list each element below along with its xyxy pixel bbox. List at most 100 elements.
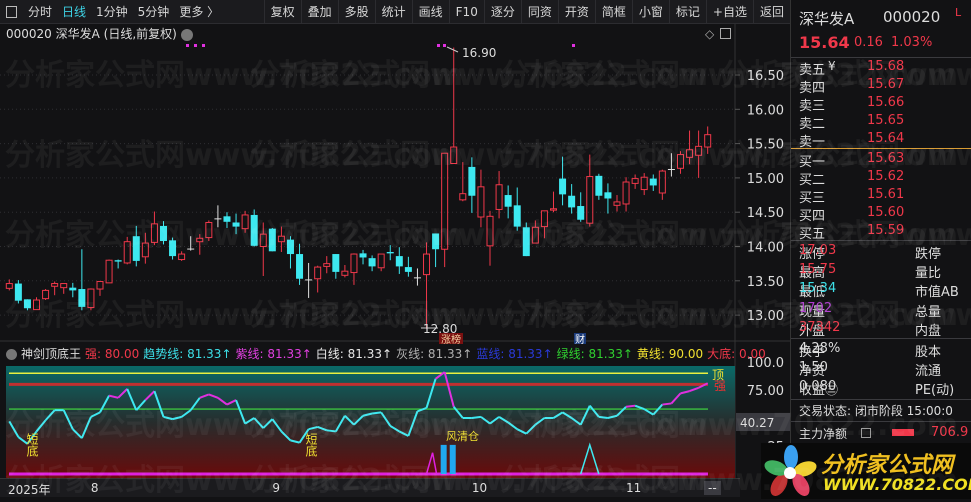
candle (504, 185, 512, 219)
stat-value: 37342 (799, 319, 841, 335)
indicator-value: 蓝线: 81.33↑ (476, 347, 553, 361)
candle-body (704, 134, 712, 148)
candle (658, 169, 666, 200)
candle-body (350, 253, 358, 274)
candle-body (450, 146, 458, 164)
candle (649, 174, 657, 191)
price-tick-label: 13.50 (747, 275, 784, 290)
date-label: 10 (471, 481, 488, 495)
candle (522, 222, 530, 257)
candle-body (33, 299, 41, 311)
risk-signal-label: 风清仓 (446, 429, 479, 443)
candle (450, 47, 458, 164)
stock-name: 深华发A (799, 10, 855, 28)
divider (791, 338, 971, 339)
stat-label: PE(动) (915, 383, 955, 399)
candle-body (196, 237, 204, 243)
candle-body (150, 223, 158, 243)
indicator-value: 灰线: 81.33↑ (396, 347, 473, 361)
candle (368, 255, 376, 272)
indicator-dropdown-icon[interactable] (6, 349, 17, 360)
candle-body (486, 215, 494, 247)
indicator-value: 黄线: 90.00 (636, 347, 704, 361)
candle (250, 209, 258, 247)
candle-body (676, 154, 684, 169)
candle (377, 253, 385, 272)
candle-body (305, 279, 313, 281)
date-label: 8 (90, 481, 99, 495)
price-tick-label: 15.50 (747, 138, 784, 153)
candle (631, 174, 639, 189)
candle-body (622, 181, 630, 205)
candle-body (187, 248, 195, 250)
candle (105, 259, 113, 284)
candle-body (250, 214, 258, 246)
indicator-name[interactable]: 神剑顶底王 (21, 347, 81, 361)
candle (577, 192, 585, 222)
candle (214, 205, 222, 228)
signal-dot (202, 44, 205, 47)
candle-body (332, 254, 340, 272)
divider (791, 148, 971, 149)
price-tick-label: 16.50 (747, 69, 784, 84)
stat-label: 内盘 (915, 323, 942, 339)
candle-body (513, 205, 521, 227)
candle (277, 226, 285, 252)
candle-body (640, 176, 648, 191)
ask-price: 15.66 (867, 95, 905, 110)
date-label: 2025年 (8, 483, 51, 497)
candle-body (5, 283, 13, 289)
candle (341, 265, 349, 278)
high-price-label: 16.90 (462, 46, 496, 60)
candle (232, 213, 240, 235)
stat-value: 1.50 (799, 360, 828, 376)
candle-body (395, 256, 403, 267)
candle (114, 259, 122, 269)
candle-body (441, 152, 449, 250)
flower-logo-icon (764, 445, 817, 496)
axis-end-button[interactable]: -- (704, 481, 721, 495)
candle-body (613, 201, 621, 206)
candle-body (531, 226, 539, 244)
candle (413, 268, 421, 286)
candle-body (586, 176, 594, 224)
candle-body (595, 175, 603, 196)
candle (477, 169, 485, 228)
indicator-value: 大底: 0.00 (707, 347, 766, 361)
candle-body (540, 210, 548, 228)
bid-price: 15.59 (867, 223, 905, 238)
candle (386, 245, 394, 261)
candle-body (178, 253, 186, 261)
candle-body (232, 222, 240, 227)
price-tick-label: 16.00 (747, 103, 784, 118)
candle-body (550, 208, 557, 211)
list-icon[interactable] (861, 428, 871, 438)
trend-line-segment (371, 411, 382, 415)
candle-body (87, 288, 95, 309)
ask-label: 卖三 (799, 99, 826, 114)
candle-body (604, 192, 612, 199)
candle-body (259, 233, 267, 247)
candle-body (277, 235, 285, 243)
candle (132, 225, 140, 267)
candle-body (495, 184, 503, 210)
signal-dot (572, 44, 575, 47)
candle-body (568, 195, 576, 208)
candle (286, 236, 294, 269)
candle-body (132, 236, 140, 261)
candle-body (114, 260, 122, 262)
candle (78, 249, 86, 311)
candle (423, 242, 431, 329)
candle (87, 288, 95, 311)
candle (595, 173, 603, 200)
candle (676, 151, 684, 174)
candle (241, 210, 249, 233)
candle-body (368, 258, 376, 267)
candle-body (51, 283, 59, 287)
kline-chart[interactable]: 16.50 16.00 15.50 15.00 14.50 14.00 13.50 13.00… (0, 0, 790, 499)
candle (323, 256, 331, 274)
candle-body (649, 178, 657, 186)
indicator-value: 白线: 81.33↑ (315, 347, 393, 361)
logo-url: WWW.70822.COM (823, 475, 971, 494)
candle (51, 281, 59, 296)
